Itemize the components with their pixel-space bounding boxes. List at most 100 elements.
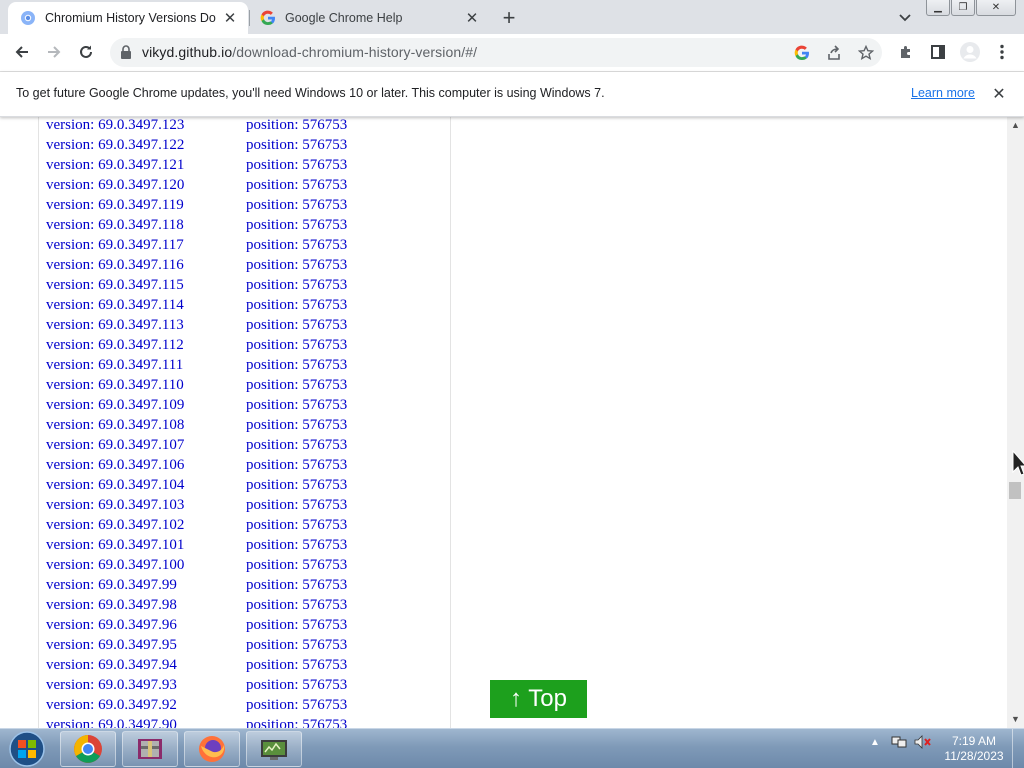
version-link[interactable]: version: 69.0.3497.100 [46, 555, 184, 575]
taskbar-clock[interactable]: 7:19 AM 11/28/2023 [944, 734, 1004, 764]
position-link[interactable]: position: 576753 [246, 335, 347, 355]
show-desktop-button[interactable] [1012, 729, 1024, 768]
taskbar-firefox[interactable] [184, 731, 240, 767]
position-link[interactable]: position: 576753 [246, 635, 347, 655]
position-link[interactable]: position: 576753 [246, 495, 347, 515]
position-link[interactable]: position: 576753 [246, 375, 347, 395]
position-link[interactable]: position: 576753 [246, 655, 347, 675]
tab-chrome-help[interactable]: Google Chrome Help ✕ [250, 2, 490, 34]
position-link[interactable]: position: 576753 [246, 555, 347, 575]
version-link[interactable]: version: 69.0.3497.98 [46, 595, 177, 615]
show-hidden-icons-icon[interactable]: ▲ [866, 733, 884, 751]
version-link[interactable]: version: 69.0.3497.121 [46, 155, 184, 175]
position-link[interactable]: position: 576753 [246, 415, 347, 435]
menu-kebab-icon[interactable] [990, 40, 1014, 64]
bookmark-star-icon[interactable] [855, 42, 877, 64]
tab-chromium-history[interactable]: Chromium History Versions Dow ✕ [8, 2, 248, 34]
taskbar-monitor-app[interactable] [246, 731, 302, 767]
position-link[interactable]: position: 576753 [246, 215, 347, 235]
version-link[interactable]: version: 69.0.3497.92 [46, 695, 177, 715]
close-tab-icon[interactable]: ✕ [462, 8, 482, 28]
version-link[interactable]: version: 69.0.3497.119 [46, 195, 184, 215]
version-link[interactable]: version: 69.0.3497.116 [46, 255, 184, 275]
position-link[interactable]: position: 576753 [246, 315, 347, 335]
version-link[interactable]: version: 69.0.3497.96 [46, 615, 177, 635]
position-link[interactable]: position: 576753 [246, 695, 347, 715]
version-link[interactable]: version: 69.0.3497.115 [46, 275, 184, 295]
version-link[interactable]: version: 69.0.3497.106 [46, 455, 184, 475]
position-link[interactable]: position: 576753 [246, 235, 347, 255]
position-link[interactable]: position: 576753 [246, 155, 347, 175]
position-link[interactable]: position: 576753 [246, 595, 347, 615]
version-link[interactable]: version: 69.0.3497.110 [46, 375, 184, 395]
version-link[interactable]: version: 69.0.3497.104 [46, 475, 184, 495]
version-link[interactable]: version: 69.0.3497.117 [46, 235, 184, 255]
infobar-close-icon[interactable]: ✕ [989, 84, 1009, 104]
version-link[interactable]: version: 69.0.3497.113 [46, 315, 184, 335]
position-link[interactable]: position: 576753 [246, 535, 347, 555]
version-link[interactable]: version: 69.0.3497.118 [46, 215, 184, 235]
version-link[interactable]: version: 69.0.3497.122 [46, 135, 184, 155]
position-link[interactable]: position: 576753 [246, 475, 347, 495]
version-link[interactable]: version: 69.0.3497.102 [46, 515, 184, 535]
tab-search-icon[interactable] [895, 8, 915, 28]
back-to-top-button[interactable]: ↑ Top [490, 680, 587, 718]
address-bar[interactable]: vikyd.github.io/download-chromium-histor… [110, 38, 882, 67]
position-link[interactable]: position: 576753 [246, 135, 347, 155]
close-tab-icon[interactable]: ✕ [220, 8, 240, 28]
position-link[interactable]: position: 576753 [246, 255, 347, 275]
version-link[interactable]: version: 69.0.3497.109 [46, 395, 184, 415]
learn-more-link[interactable]: Learn more [911, 86, 975, 100]
new-tab-button[interactable]: + [497, 5, 521, 30]
version-link[interactable]: version: 69.0.3497.112 [46, 335, 184, 355]
position-link[interactable]: position: 576753 [246, 195, 347, 215]
reload-icon[interactable] [74, 40, 98, 64]
version-link[interactable]: version: 69.0.3497.101 [46, 535, 184, 555]
position-link[interactable]: position: 576753 [246, 575, 347, 595]
version-link[interactable]: version: 69.0.3497.108 [46, 415, 184, 435]
volume-muted-icon[interactable] [914, 733, 932, 751]
minimize-icon[interactable]: ▁ [926, 0, 950, 16]
extensions-icon[interactable] [894, 40, 918, 64]
taskbar-archive[interactable] [122, 731, 178, 767]
version-link[interactable]: version: 69.0.3497.90 [46, 715, 177, 728]
start-button[interactable] [5, 730, 49, 768]
position-link[interactable]: position: 576753 [246, 175, 347, 195]
back-icon[interactable] [10, 40, 34, 64]
scroll-up-arrow-icon[interactable]: ▲ [1011, 120, 1020, 130]
scroll-thumb[interactable] [1009, 482, 1021, 499]
scroll-down-arrow-icon[interactable]: ▼ [1011, 714, 1020, 724]
version-link[interactable]: version: 69.0.3497.123 [46, 117, 184, 135]
side-panel-icon[interactable] [926, 40, 950, 64]
page-scrollbar[interactable]: ▲ ▼ [1007, 117, 1024, 728]
url-text[interactable]: vikyd.github.io/download-chromium-histor… [142, 44, 477, 60]
network-icon[interactable] [890, 733, 908, 751]
position-link[interactable]: position: 576753 [246, 435, 347, 455]
google-lens-icon[interactable] [791, 42, 813, 64]
share-icon[interactable] [823, 42, 845, 64]
position-link[interactable]: position: 576753 [246, 295, 347, 315]
version-link[interactable]: version: 69.0.3497.120 [46, 175, 184, 195]
position-link[interactable]: position: 576753 [246, 117, 347, 135]
position-link[interactable]: position: 576753 [246, 515, 347, 535]
version-link[interactable]: version: 69.0.3497.99 [46, 575, 177, 595]
position-link[interactable]: position: 576753 [246, 715, 347, 728]
version-link[interactable]: version: 69.0.3497.93 [46, 675, 177, 695]
taskbar-chrome[interactable] [60, 731, 116, 767]
position-link[interactable]: position: 576753 [246, 455, 347, 475]
position-link[interactable]: position: 576753 [246, 615, 347, 635]
position-link[interactable]: position: 576753 [246, 355, 347, 375]
version-link[interactable]: version: 69.0.3497.95 [46, 635, 177, 655]
version-link[interactable]: version: 69.0.3497.94 [46, 655, 177, 675]
window-close-icon[interactable]: ✕ [976, 0, 1016, 16]
profile-avatar-icon[interactable] [958, 40, 982, 64]
version-link[interactable]: version: 69.0.3497.111 [46, 355, 183, 375]
lock-icon[interactable] [118, 44, 134, 60]
position-link[interactable]: position: 576753 [246, 675, 347, 695]
position-link[interactable]: position: 576753 [246, 395, 347, 415]
version-link[interactable]: version: 69.0.3497.103 [46, 495, 184, 515]
position-link[interactable]: position: 576753 [246, 275, 347, 295]
forward-icon[interactable] [42, 40, 66, 64]
version-link[interactable]: version: 69.0.3497.114 [46, 295, 184, 315]
restore-icon[interactable]: ❐ [951, 0, 975, 16]
